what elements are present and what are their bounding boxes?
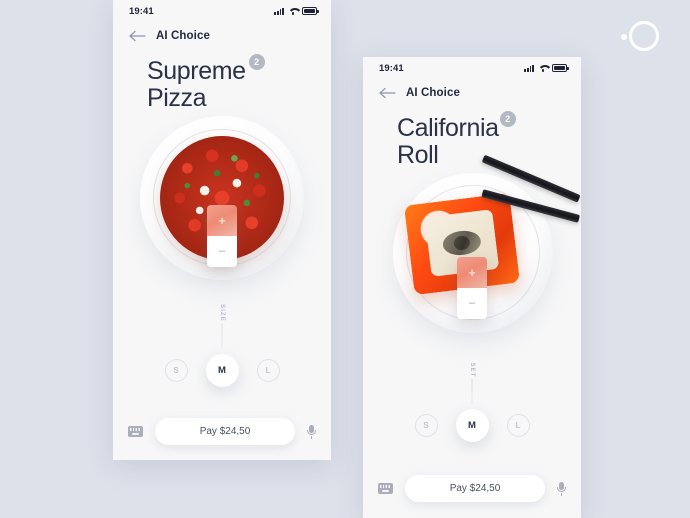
status-bar: 19:41: [113, 0, 331, 22]
decrease-quantity-button[interactable]: –: [207, 235, 237, 267]
back-arrow-icon[interactable]: [379, 87, 396, 99]
back-arrow-icon[interactable]: [129, 30, 146, 42]
increase-quantity-button[interactable]: +: [457, 256, 487, 288]
page-title: Supreme 2 Pizza: [113, 42, 331, 112]
battery-icon: [552, 64, 569, 72]
phone-screen-supreme-pizza: 19:41 AI Choice Supreme 2 Pizza + – SIZE…: [113, 0, 331, 460]
page-title: California 2 Roll: [363, 99, 581, 169]
product-title-line2: Roll: [397, 140, 439, 169]
product-title-line1: California: [397, 114, 499, 142]
set-option-l[interactable]: L: [506, 414, 530, 437]
set-option-s[interactable]: S: [414, 414, 438, 437]
product-title-line1: Supreme: [147, 57, 246, 85]
signal-icon: [524, 64, 534, 72]
keyboard-icon[interactable]: [378, 483, 393, 494]
battery-icon: [302, 7, 319, 15]
status-icons: [524, 64, 569, 72]
pay-button[interactable]: Pay $24,50: [155, 418, 295, 445]
quantity-stepper: + –: [207, 204, 237, 267]
bottom-action-bar: Pay $24,50: [363, 475, 581, 502]
status-time: 19:41: [129, 5, 154, 17]
increase-quantity-button[interactable]: +: [207, 204, 237, 236]
set-options: S M L: [363, 409, 581, 442]
size-option-l[interactable]: L: [256, 359, 280, 382]
signal-icon: [274, 7, 284, 15]
wifi-icon: [288, 7, 298, 15]
status-time: 19:41: [379, 62, 404, 74]
size-connector-line: [221, 324, 223, 349]
quantity-stepper: + –: [457, 256, 487, 319]
navigation-bar: AI Choice: [363, 79, 581, 99]
size-option-s[interactable]: S: [164, 359, 188, 382]
status-bar: 19:41: [363, 57, 581, 79]
set-axis-label: SET: [469, 362, 475, 378]
nav-title: AI Choice: [156, 30, 210, 42]
size-axis-label: SIZE: [219, 304, 225, 322]
decrease-quantity-button[interactable]: –: [457, 287, 487, 319]
nav-title: AI Choice: [406, 87, 460, 99]
phone-screen-california-roll: 19:41 AI Choice California 2 Roll + – SE…: [363, 57, 581, 518]
product-title-line2: Pizza: [147, 83, 207, 112]
microphone-icon[interactable]: [557, 481, 566, 496]
ring-logo-icon: [621, 21, 659, 51]
quantity-badge: 2: [499, 111, 516, 127]
wifi-icon: [538, 64, 548, 72]
microphone-icon[interactable]: [307, 424, 316, 439]
keyboard-icon[interactable]: [128, 426, 143, 437]
bottom-action-bar: Pay $24,50: [113, 418, 331, 445]
quantity-badge: 2: [248, 54, 265, 70]
size-options: S M L: [113, 354, 331, 387]
status-icons: [274, 7, 319, 15]
pay-button[interactable]: Pay $24,50: [405, 475, 545, 502]
navigation-bar: AI Choice: [113, 22, 331, 42]
set-option-m[interactable]: M: [455, 409, 489, 442]
set-connector-line: [471, 379, 473, 404]
size-option-m[interactable]: M: [205, 354, 239, 387]
